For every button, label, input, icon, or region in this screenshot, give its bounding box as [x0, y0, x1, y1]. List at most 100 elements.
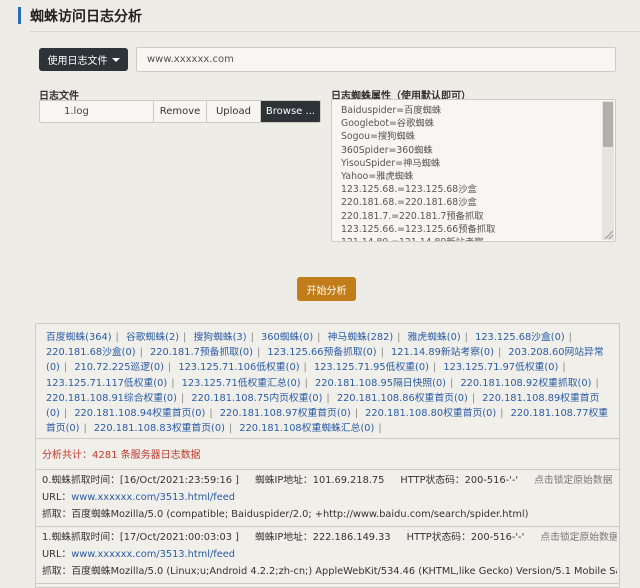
- spider-count-link[interactable]: 123.125.71.95低权重(0): [314, 362, 429, 373]
- link-separator: |: [228, 423, 233, 435]
- spider-count-link[interactable]: 百度蜘蛛(364): [46, 332, 112, 343]
- spider-count-link[interactable]: 360蜘蛛(0): [261, 332, 313, 343]
- browse-button[interactable]: Browse ...: [261, 101, 320, 122]
- spider-count-link[interactable]: 220.181.7预备抓取(0): [150, 347, 253, 358]
- spider-count-link[interactable]: 雅虎蜘蛛(0): [408, 332, 461, 343]
- spider-count-link[interactable]: 123.125.66预备抓取(0): [267, 347, 376, 358]
- spider-count-link[interactable]: 220.181.108.86权重首页(0): [337, 393, 468, 404]
- resize-grip-icon[interactable]: [605, 231, 613, 239]
- selected-file-name: 1.log: [40, 101, 154, 122]
- lock-raw-data-link[interactable]: 点击锁定原始数据: [534, 475, 612, 486]
- title-accent-bar: [18, 7, 21, 24]
- link-separator: |: [115, 332, 119, 343]
- link-separator: |: [83, 423, 87, 435]
- spider-attribute-line: Sogou=搜狗蜘蛛: [341, 131, 416, 143]
- spider-count-link[interactable]: 220.181.108权重蜘蛛汇总(0): [239, 423, 374, 434]
- record-url-link[interactable]: www.xxxxxx.com/3513.html/feed: [71, 549, 235, 560]
- spider-count-link[interactable]: 神马蜘蛛(282): [328, 332, 394, 343]
- link-separator: |: [378, 423, 382, 435]
- link-separator: |: [183, 332, 187, 343]
- spider-attribute-line: 220.181.68.=220.181.68沙盒: [341, 197, 477, 209]
- spider-count-link[interactable]: 123.125.68沙盒(0): [475, 332, 565, 343]
- spider-count-link[interactable]: 220.181.108.95隔日快照(0): [315, 378, 446, 389]
- record-url-line: URL：www.xxxxxx.com/3513.html/feed: [42, 546, 617, 563]
- spider-attribute-line: Baiduspider=百度蜘蛛: [341, 105, 442, 116]
- upload-button[interactable]: Upload: [207, 101, 261, 122]
- summary-suffix: 条服务器日志数据: [117, 450, 201, 461]
- spider-count-link[interactable]: 123.125.71.97低权重(0): [443, 362, 558, 373]
- spider-count-link[interactable]: 123.125.71.117低权重(0): [46, 378, 167, 389]
- log-source-dropdown-button[interactable]: 使用日志文件: [39, 48, 128, 71]
- link-separator: |: [303, 362, 307, 374]
- link-separator: |: [562, 362, 566, 374]
- spider-count-link[interactable]: 220.181.108.94权重首页(0): [74, 408, 205, 419]
- record-ip: 蜘蛛IP地址：222.186.149.33: [254, 532, 391, 543]
- spider-count-link[interactable]: 121.14.89新站考察(0): [391, 347, 494, 358]
- record-url-link[interactable]: www.xxxxxx.com/3513.html/feed: [71, 492, 235, 503]
- record-time: 1.蜘蛛抓取时间：[17/Oct/2021:00:03:03 ]: [42, 532, 239, 543]
- spider-count-link[interactable]: 220.181.108.80权重首页(0): [365, 408, 496, 419]
- record-time: 0.蜘蛛抓取时间：[16/Oct/2021:23:59:16 ]: [42, 475, 239, 486]
- summary-count: 4281: [92, 450, 118, 461]
- remove-button[interactable]: Remove: [154, 101, 207, 122]
- scrollbar-thumb[interactable]: [603, 102, 613, 147]
- spider-attribute-line: 360Spider=360蜘蛛: [341, 144, 433, 156]
- spider-attributes-textarea[interactable]: Baiduspider=百度蜘蛛 Googlebot=谷歌蜘蛛 Sogou=搜狗蜘蛛…: [331, 99, 616, 242]
- spider-attribute-line: 220.181.7.=220.181.7预备抓取: [341, 210, 484, 222]
- spider-summary-links: 百度蜘蛛(364) | 谷歌蜘蛛(2) | 搜狗蜘蛛(3) | 360蜘蛛(0) | 神…: [36, 324, 619, 436]
- record-agent: 抓取：百度蜘蛛Mozilla/5.0 (compatible; Baiduspi…: [42, 509, 529, 520]
- record-status: HTTP状态码：200-516-'-': [400, 475, 519, 486]
- link-separator: |: [397, 332, 401, 343]
- link-separator: |: [63, 362, 68, 374]
- spider-count-link[interactable]: 220.181.108.75内页权重(0): [191, 393, 322, 404]
- spider-attribute-line: 121.14.89.=121.14.89新站考察: [341, 236, 495, 241]
- link-separator: |: [171, 377, 175, 389]
- record-url-label: URL：: [42, 492, 72, 503]
- link-separator: |: [317, 332, 321, 343]
- site-url-input[interactable]: [136, 47, 616, 72]
- record-agent: 抓取：百度蜘蛛Mozilla/5.0 (Linux;u;Android 4.2.…: [42, 566, 617, 577]
- header-divider: [30, 31, 640, 32]
- results-divider: [36, 469, 619, 470]
- results-divider: [36, 438, 619, 439]
- spider-count-link[interactable]: 220.181.108.97权重首页(0): [220, 408, 351, 419]
- spider-count-link[interactable]: 220.181.68沙盒(0): [46, 347, 136, 358]
- caret-down-icon: [111, 57, 120, 62]
- spider-count-link[interactable]: 谷歌蜘蛛(2): [126, 332, 179, 343]
- spider-attribute-line: YisouSpider=神马蜘蛛: [341, 157, 441, 169]
- link-separator: |: [450, 377, 454, 389]
- lock-raw-data-link[interactable]: 点击锁定原始数据: [540, 532, 617, 543]
- spider-attributes-lines: Baiduspider=百度蜘蛛 Googlebot=谷歌蜘蛛 Sogou=搜狗蜘蛛…: [341, 104, 495, 241]
- analysis-summary: 分析共计：4281 条服务器日志数据: [42, 446, 201, 461]
- spider-count-link[interactable]: 210.72.225巡逻(0): [74, 362, 164, 373]
- page-header: 蜘蛛访问日志分析: [0, 0, 640, 32]
- spider-count-link[interactable]: 220.181.108.91综合权重(0): [46, 393, 177, 404]
- start-analysis-button[interactable]: 开始分析: [297, 277, 356, 301]
- record-header-line: 0.蜘蛛抓取时间：[16/Oct/2021:23:59:16 ] 蜘蛛IP地址：1…: [42, 472, 617, 489]
- record-header-line: 1.蜘蛛抓取时间：[17/Oct/2021:00:03:03 ] 蜘蛛IP地址：2…: [42, 529, 617, 546]
- link-separator: |: [595, 377, 599, 389]
- record-divider: [36, 583, 619, 584]
- spider-attribute-line: Yahoo=雅虎蜘蛛: [341, 171, 414, 183]
- spider-attribute-line: 123.125.68.=123.125.68沙盒: [341, 184, 477, 196]
- spider-count-link[interactable]: 123.125.71低权重汇总(0): [182, 378, 301, 389]
- spider-attribute-line: Googlebot=谷歌蜘蛛: [341, 118, 434, 130]
- record-ip: 蜘蛛IP地址：101.69.218.75: [254, 475, 385, 486]
- log-source-label: 使用日志文件: [47, 56, 108, 67]
- log-record: 1.蜘蛛抓取时间：[17/Oct/2021:00:03:03 ] 蜘蛛IP地址：2…: [42, 529, 617, 580]
- link-separator: |: [432, 362, 437, 374]
- link-separator: |: [180, 392, 185, 404]
- spider-count-link[interactable]: 123.125.71.106低权重(0): [178, 362, 299, 373]
- link-separator: |: [497, 347, 502, 359]
- results-panel: 百度蜘蛛(364) | 谷歌蜘蛛(2) | 搜狗蜘蛛(3) | 360蜘蛛(0) | 神…: [35, 323, 620, 588]
- textarea-scrollbar[interactable]: [602, 101, 614, 240]
- link-separator: |: [139, 347, 143, 359]
- spider-count-link[interactable]: 搜狗蜘蛛(3): [193, 332, 246, 343]
- link-separator: |: [354, 408, 359, 420]
- spider-count-link[interactable]: 220.181.108.92权重抓取(0): [460, 378, 591, 389]
- link-separator: |: [209, 408, 213, 420]
- spider-count-link[interactable]: 220.181.108.83权重首页(0): [94, 423, 225, 434]
- file-upload-group: 1.log Remove Upload Browse ...: [39, 100, 321, 123]
- record-url-line: URL：www.xxxxxx.com/3513.html/feed: [42, 489, 617, 506]
- link-separator: |: [256, 347, 261, 359]
